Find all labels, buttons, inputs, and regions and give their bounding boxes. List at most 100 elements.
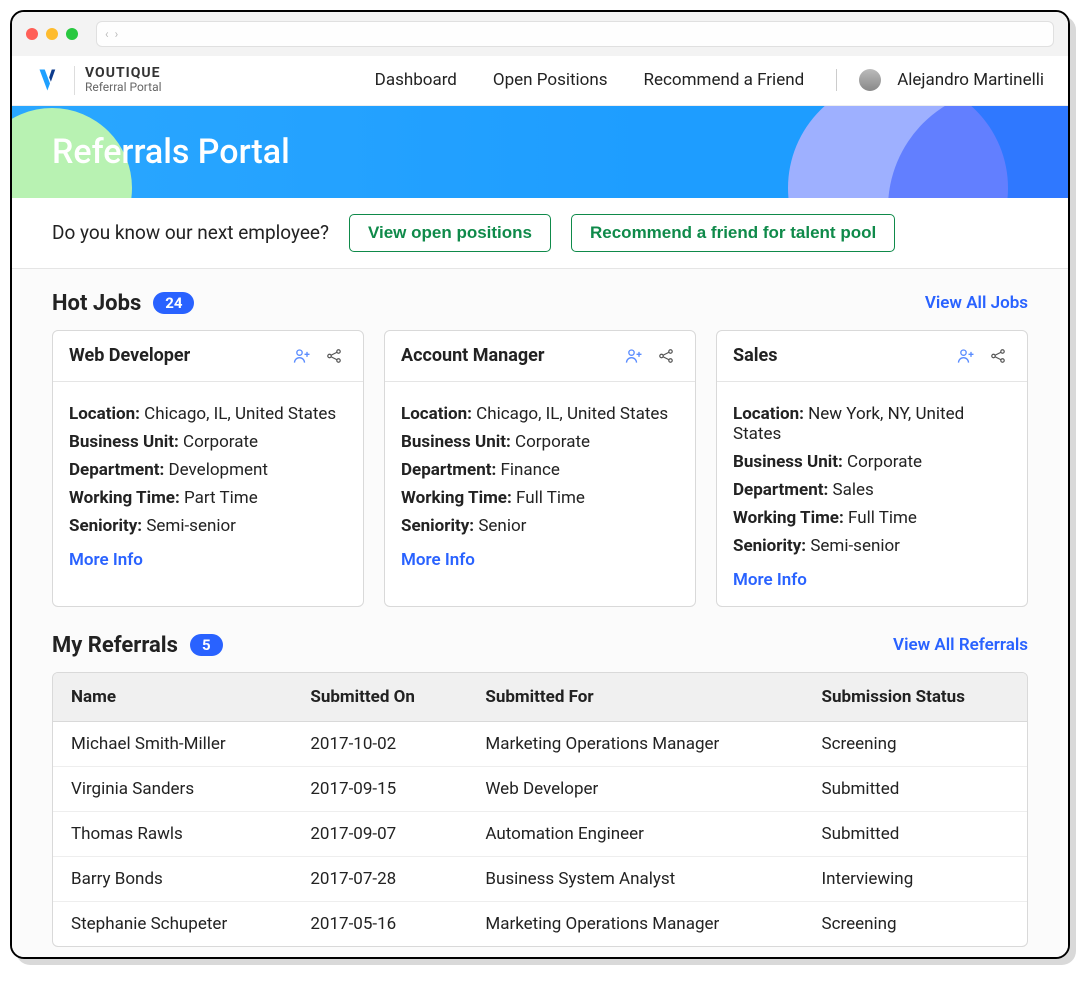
bu-value: Corporate [183,432,258,452]
cell-status: Screening [804,722,1027,767]
nav-separator [836,69,837,91]
bu-value: Corporate [847,452,922,472]
cell-name: Thomas Rawls [53,812,292,857]
bu-label: Business Unit: [733,452,843,472]
location-label: Location: [401,404,472,424]
job-card: Web DeveloperLocation: Chicago, IL, Unit… [52,330,364,607]
seniority-label: Seniority: [69,516,142,536]
seniority-label: Seniority: [401,516,474,536]
cell-submitted-for: Marketing Operations Manager [467,902,803,946]
dept-value: Sales [832,480,873,500]
hot-jobs-title: Hot Jobs [52,291,141,316]
username-label[interactable]: Alejandro Martinelli [897,70,1044,90]
dept-label: Department: [401,460,496,480]
nav-open-positions[interactable]: Open Positions [493,70,608,90]
seniority-label: Seniority: [733,536,806,556]
location-value: Chicago, IL, United States [144,404,336,424]
cell-status: Screening [804,902,1027,946]
table-header-row: Name Submitted On Submitted For Submissi… [53,673,1027,722]
share-icon[interactable] [321,343,347,369]
window-titlebar: ‹ › [12,12,1068,56]
my-referrals-title: My Referrals [52,633,178,658]
refer-person-icon[interactable] [953,343,979,369]
cell-status: Submitted [804,767,1027,812]
job-title: Web Developer [69,345,283,366]
wt-label: Working Time: [401,488,512,508]
cell-submitted-for: Business System Analyst [467,857,803,902]
bu-label: Business Unit: [69,432,179,452]
seniority-value: Senior [478,516,526,536]
nav-forward-icon[interactable]: › [115,27,119,41]
cell-submitted-for: Marketing Operations Manager [467,722,803,767]
hero-banner: Referrals Portal [12,106,1068,198]
cell-submitted-on: 2017-09-07 [292,812,467,857]
brand-logo-icon [36,66,64,94]
hot-jobs-header: Hot Jobs 24 View All Jobs [52,291,1028,316]
seniority-value: Semi-senior [810,536,900,556]
cell-submitted-on: 2017-07-28 [292,857,467,902]
col-status: Submission Status [804,673,1027,722]
wt-value: Part Time [184,488,258,508]
cell-submitted-on: 2017-05-16 [292,902,467,946]
nav-dashboard[interactable]: Dashboard [375,70,457,90]
share-icon[interactable] [653,343,679,369]
table-row[interactable]: Stephanie Schupeter2017-05-16Marketing O… [53,902,1027,946]
wt-label: Working Time: [733,508,844,528]
view-all-jobs-link[interactable]: View All Jobs [925,293,1028,313]
app-window: ‹ › VOUTIQUE Referral Portal Dashboard O… [10,10,1070,959]
dept-value: Development [168,460,267,480]
cta-bar: Do you know our next employee? View open… [12,198,1068,269]
cell-submitted-for: Web Developer [467,767,803,812]
table-row[interactable]: Michael Smith-Miller2017-10-02Marketing … [53,722,1027,767]
col-name: Name [53,673,292,722]
location-label: Location: [733,404,804,424]
wt-value: Full Time [516,488,585,508]
cell-submitted-on: 2017-10-02 [292,722,467,767]
dept-value: Finance [500,460,559,480]
page-title: Referrals Portal [52,132,290,172]
minimize-window-icon[interactable] [46,28,58,40]
table-row[interactable]: Barry Bonds2017-07-28Business System Ana… [53,857,1027,902]
bu-label: Business Unit: [401,432,511,452]
maximize-window-icon[interactable] [66,28,78,40]
refer-person-icon[interactable] [621,343,647,369]
view-all-referrals-link[interactable]: View All Referrals [893,635,1028,655]
job-card: SalesLocation: New York, NY, United Stat… [716,330,1028,607]
view-open-positions-button[interactable]: View open positions [349,214,551,252]
cell-submitted-on: 2017-09-15 [292,767,467,812]
col-submitted-for: Submitted For [467,673,803,722]
wt-label: Working Time: [69,488,180,508]
brand[interactable]: VOUTIQUE Referral Portal [36,66,162,95]
referrals-table: Name Submitted On Submitted For Submissi… [52,672,1028,947]
main-content: Hot Jobs 24 View All Jobs Web DeveloperL… [12,269,1068,957]
table-row[interactable]: Virginia Sanders2017-09-15Web DeveloperS… [53,767,1027,812]
seniority-value: Semi-senior [146,516,236,536]
close-window-icon[interactable] [26,28,38,40]
address-bar[interactable]: ‹ › [96,21,1054,47]
more-info-link[interactable]: More Info [69,550,143,570]
cell-name: Barry Bonds [53,857,292,902]
dept-label: Department: [733,480,828,500]
more-info-link[interactable]: More Info [733,570,807,590]
cell-name: Virginia Sanders [53,767,292,812]
nav-recommend-friend[interactable]: Recommend a Friend [644,70,805,90]
nav-back-icon[interactable]: ‹ [105,27,109,41]
cell-name: Stephanie Schupeter [53,902,292,946]
refer-person-icon[interactable] [289,343,315,369]
top-nav: VOUTIQUE Referral Portal Dashboard Open … [12,56,1068,106]
window-controls [26,28,78,40]
cta-prompt: Do you know our next employee? [52,221,329,244]
bu-value: Corporate [515,432,590,452]
location-value: Chicago, IL, United States [476,404,668,424]
dept-label: Department: [69,460,164,480]
cell-name: Michael Smith-Miller [53,722,292,767]
avatar-icon[interactable] [859,69,881,91]
recommend-friend-button[interactable]: Recommend a friend for talent pool [571,214,895,252]
job-title: Sales [733,345,947,366]
brand-name: VOUTIQUE [85,66,162,81]
share-icon[interactable] [985,343,1011,369]
col-submitted-on: Submitted On [292,673,467,722]
hot-jobs-count-badge: 24 [153,292,194,314]
more-info-link[interactable]: More Info [401,550,475,570]
table-row[interactable]: Thomas Rawls2017-09-07Automation Enginee… [53,812,1027,857]
